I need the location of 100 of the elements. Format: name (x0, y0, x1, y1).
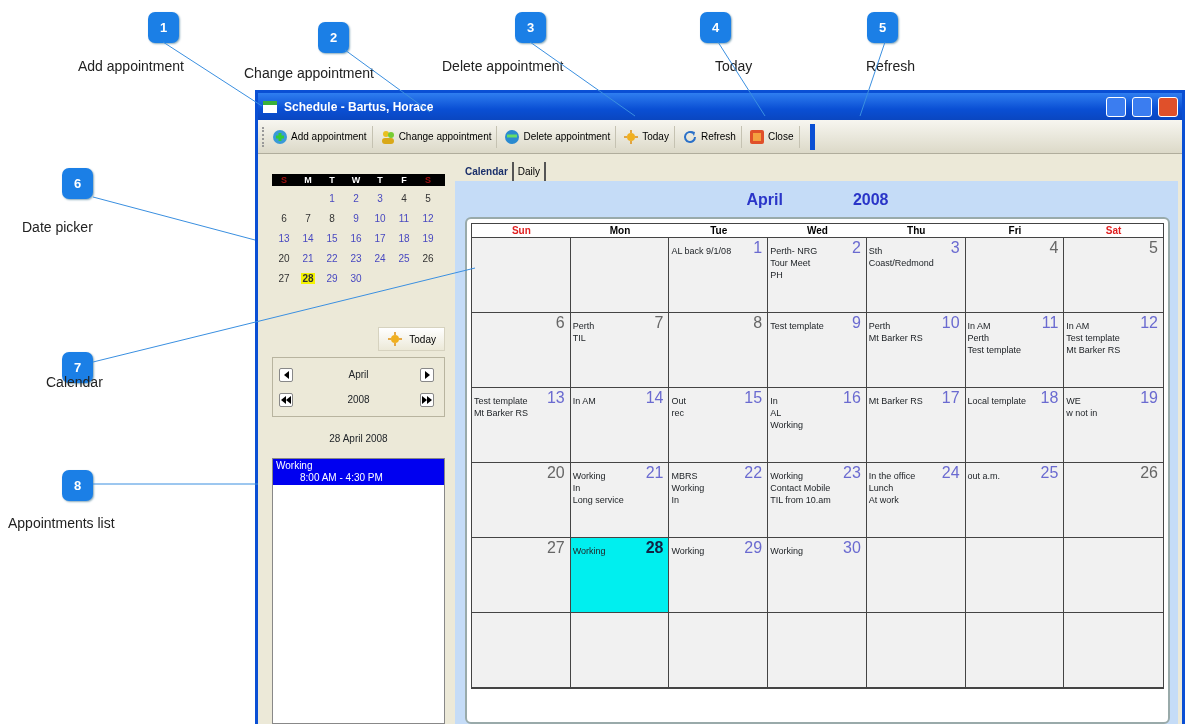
date-picker-day[interactable]: 11 (397, 213, 411, 224)
date-picker-day[interactable]: 21 (301, 253, 315, 264)
day-cell[interactable]: Working Contact Mobile TIL from 10.am 23 (768, 463, 867, 538)
day-cell[interactable]: Local template 18 (965, 388, 1065, 463)
refresh-icon (681, 128, 698, 145)
day-cell[interactable]: Perth- NRG Tour Meet PH 2 (768, 238, 867, 313)
day-number: 11 (1041, 314, 1060, 332)
date-picker-day[interactable]: 30 (349, 273, 363, 284)
toolbar-button[interactable]: Change appointment (374, 125, 498, 148)
day-cell[interactable]: MBRS Working In 22 (669, 463, 769, 538)
date-picker-day[interactable]: 27 (277, 273, 291, 284)
triangle-icon (283, 370, 289, 379)
people-icon (379, 128, 396, 145)
double-triangle-icon (422, 395, 432, 404)
date-picker-day[interactable]: 15 (325, 233, 339, 244)
day-cell[interactable]: 27 (472, 538, 571, 613)
day-number: 9 (851, 314, 862, 332)
day-cell[interactable]: AL back 9/1/08 1 (669, 238, 769, 313)
date-picker-day[interactable]: 7 (304, 213, 312, 224)
day-cell[interactable]: Perth Mt Barker RS 10 (866, 313, 966, 388)
today-button[interactable]: Today (378, 327, 445, 351)
date-picker-day[interactable]: 1 (328, 193, 336, 204)
date-picker-day[interactable]: 28 (301, 273, 315, 284)
day-number: 10 (941, 314, 961, 332)
appointment-entry: Mt Barker RS (474, 407, 528, 419)
date-picker-day[interactable]: 26 (421, 253, 435, 264)
day-number: 4 (1049, 239, 1060, 257)
date-picker-day[interactable]: 6 (280, 213, 288, 224)
callout-number: 5 (867, 12, 898, 43)
date-picker-day[interactable]: 13 (277, 233, 291, 244)
previous-year-button[interactable] (279, 392, 293, 407)
day-cell[interactable]: In AL Working 16 (768, 388, 867, 463)
day-cell[interactable]: Sth Coast/Redmond 3 (866, 238, 966, 313)
minimize-button[interactable] (1106, 96, 1126, 117)
appointment-entry: Working (572, 545, 606, 557)
date-picker-day[interactable]: 25 (397, 253, 411, 264)
appointment-entry: Perth (868, 320, 891, 332)
day-cell[interactable]: 6 (472, 313, 571, 388)
day-cell[interactable]: Working 29 (669, 538, 769, 613)
maximize-button[interactable] (1132, 96, 1152, 117)
day-cell[interactable]: Perth TIL 7 (570, 313, 670, 388)
toolbar-button[interactable]: Add appointment (267, 125, 373, 148)
day-cell[interactable]: 8 (669, 313, 769, 388)
toolbar-button[interactable]: Delete appointment (499, 125, 617, 148)
toolbar-button[interactable]: Refresh (676, 125, 742, 148)
previous-month-button[interactable] (279, 367, 293, 382)
next-month-button[interactable] (420, 367, 434, 382)
sun-icon (623, 128, 640, 145)
date-picker-day[interactable]: 29 (325, 273, 339, 284)
date-picker-day[interactable]: 20 (277, 253, 291, 264)
date-picker-day[interactable]: 3 (376, 193, 384, 204)
date-picker-day[interactable]: 12 (421, 213, 435, 224)
date-picker-day[interactable]: 22 (325, 253, 339, 264)
appointment-entry: In AM (967, 320, 991, 332)
next-year-button[interactable] (420, 392, 434, 407)
date-picker-day[interactable]: 24 (373, 253, 387, 264)
callout-label: Today (715, 57, 753, 76)
date-picker-day[interactable]: 9 (352, 213, 360, 224)
day-cell[interactable]: 20 (472, 463, 571, 538)
day-number: 26 (1140, 464, 1159, 482)
day-cell[interactable]: out a.m. 25 (965, 463, 1065, 538)
date-picker-day[interactable]: 18 (397, 233, 411, 244)
appointment-entry: Perth (572, 320, 595, 332)
date-picker-day[interactable]: 14 (301, 233, 315, 244)
day-cell[interactable]: Test template Mt Barker RS 13 (472, 388, 571, 463)
day-cell[interactable]: In AM 14 (570, 388, 670, 463)
appointment-entry: Long service (572, 494, 624, 506)
day-cell[interactable]: In AM Perth Test template 11 (965, 313, 1065, 388)
toolbar-button[interactable]: Today (618, 125, 675, 148)
day-cell[interactable]: 4 (965, 238, 1065, 313)
date-picker-day[interactable]: 19 (421, 233, 435, 244)
close-button[interactable] (1158, 96, 1178, 117)
toolbar-button[interactable]: Close (743, 125, 800, 148)
day-cell[interactable]: 26 (1064, 463, 1163, 538)
date-picker-day[interactable]: 5 (424, 193, 432, 204)
date-picker-day[interactable]: 2 (352, 193, 360, 204)
date-picker-day[interactable]: 8 (328, 213, 336, 224)
day-cell[interactable]: Mt Barker RS 17 (866, 388, 966, 463)
day-cell[interactable]: WE w not in 19 (1064, 388, 1163, 463)
day-cell[interactable]: Test template 9 (768, 313, 867, 388)
day-cell[interactable]: 5 (1064, 238, 1163, 313)
date-picker-day[interactable]: 16 (349, 233, 363, 244)
callout-label: Delete appointment (442, 57, 564, 76)
day-cell[interactable]: Working In Long service 21 (570, 463, 670, 538)
calendar-icon (262, 99, 278, 114)
date-picker-day[interactable]: 4 (400, 193, 408, 204)
date-picker-day[interactable]: 23 (349, 253, 363, 264)
appointment-item[interactable]: Working 8:00 AM - 4:30 PM (273, 459, 444, 485)
appointment-entry: TIL (572, 332, 586, 344)
day-cell[interactable]: In the office Lunch At work 24 (866, 463, 966, 538)
day-cell[interactable]: Working 28 (570, 538, 670, 613)
appointment-entry: WE (1066, 395, 1081, 407)
appointment-entry: Coast/Redmond (868, 257, 934, 269)
appointment-entry: Mt Barker RS (1066, 344, 1121, 356)
day-number: 13 (546, 389, 566, 407)
day-cell[interactable]: In AM Test template Mt Barker RS 12 (1064, 313, 1163, 388)
day-cell[interactable]: Out rec 15 (669, 388, 769, 463)
date-picker-day[interactable]: 17 (373, 233, 387, 244)
date-picker-day[interactable]: 10 (373, 213, 387, 224)
day-cell[interactable]: Working 30 (768, 538, 867, 613)
